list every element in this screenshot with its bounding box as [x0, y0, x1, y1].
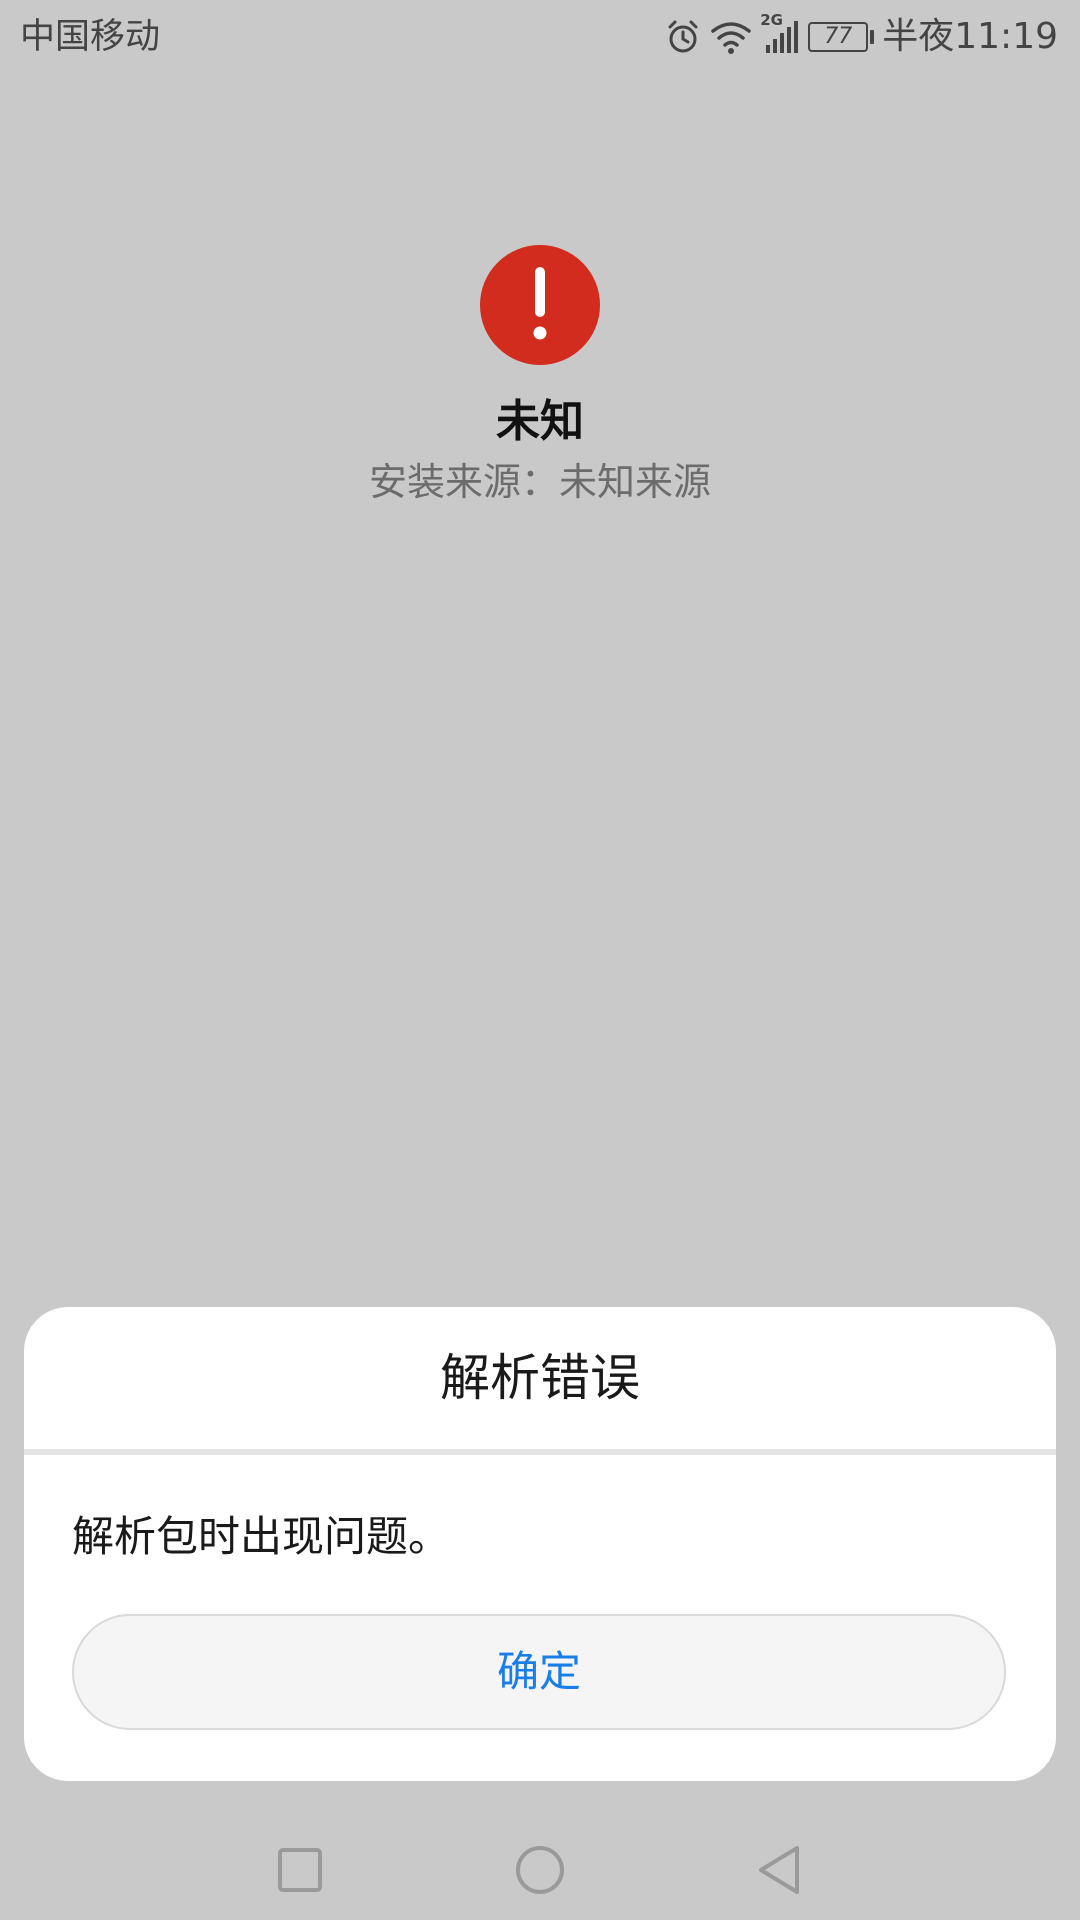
dialog-title: 解析错误	[440, 1349, 640, 1407]
network-type-badge: 2G	[760, 11, 783, 29]
install-source: 安装来源：未知来源	[368, 460, 711, 504]
app-name: 未知	[496, 396, 584, 447]
home-icon[interactable]	[510, 1840, 570, 1900]
status-bar: 中国移动 2G 77 半夜11:19	[0, 0, 1080, 75]
dialog-divider	[24, 1449, 1056, 1455]
navigation-bar	[0, 1820, 1080, 1920]
confirm-button[interactable]: 确定	[72, 1614, 1006, 1730]
carrier-name: 中国移动	[20, 17, 161, 57]
error-icon	[480, 245, 600, 365]
parse-error-dialog: 解析错误 解析包时出现问题。 确定	[24, 1307, 1056, 1781]
app-info: 未知 安装来源：未知来源	[0, 245, 1080, 507]
status-icons: 2G 77 半夜11:19	[664, 11, 1058, 62]
signal-icon: 2G	[760, 11, 800, 55]
clock: 半夜11:19	[882, 16, 1058, 57]
dialog-message: 解析包时出现问题。	[72, 1512, 451, 1561]
alarm-icon	[664, 18, 702, 56]
recents-icon[interactable]	[270, 1840, 330, 1900]
wifi-icon	[710, 19, 752, 55]
back-icon[interactable]	[750, 1840, 810, 1900]
battery-icon: 77	[808, 22, 875, 52]
